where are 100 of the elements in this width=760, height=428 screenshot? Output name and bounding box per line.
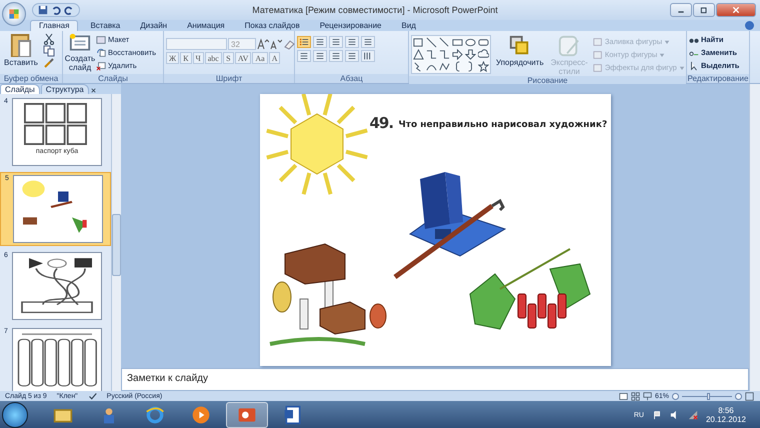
align-button[interactable] xyxy=(345,50,359,62)
group-label: Редактирование xyxy=(687,74,749,83)
ribbon-tab[interactable]: Рецензирование xyxy=(312,20,390,31)
group-label: Абзац xyxy=(295,74,408,83)
align-icon xyxy=(347,51,357,61)
align-button[interactable] xyxy=(297,50,311,62)
arrange-icon xyxy=(508,35,531,57)
help-icon[interactable] xyxy=(745,21,754,30)
panel-tab[interactable]: Структура xyxy=(40,84,89,94)
close-icon xyxy=(90,87,97,94)
spellcheck-icon xyxy=(88,392,97,400)
exercise-number: 49. xyxy=(370,114,394,132)
ribbon-tab[interactable]: Анимация xyxy=(179,20,233,31)
numbering-icon xyxy=(315,37,325,47)
browser-icon xyxy=(145,405,165,425)
undo-icon xyxy=(51,5,61,15)
align-icon xyxy=(299,51,309,61)
font-format-button[interactable]: AV xyxy=(234,52,252,64)
save-icon xyxy=(38,5,48,15)
taskbar-app[interactable] xyxy=(226,402,268,428)
shape-icon xyxy=(439,37,450,48)
line-spacing-button[interactable] xyxy=(361,36,375,48)
zoom-out-button[interactable] xyxy=(672,392,679,400)
caret-icon xyxy=(659,52,666,56)
font-format-button[interactable]: Ч xyxy=(192,52,204,64)
numbering-button[interactable] xyxy=(313,36,327,48)
shape-icon xyxy=(413,37,424,48)
close-icon xyxy=(732,6,740,14)
columns-button[interactable] xyxy=(361,50,375,62)
group-label: Шрифт xyxy=(164,74,294,83)
slide-command-icon xyxy=(96,60,106,70)
shape-icon xyxy=(452,37,463,48)
normal-view-icon xyxy=(618,392,628,400)
grow-font-icon xyxy=(257,38,269,50)
scrollbar[interactable] xyxy=(749,84,760,391)
indent-icon xyxy=(347,37,357,47)
panel-tab[interactable]: Слайды xyxy=(0,84,40,94)
decrease-indent-button[interactable] xyxy=(329,36,343,48)
clock-time: 8:56 xyxy=(718,406,734,415)
align-button[interactable] xyxy=(313,50,327,62)
play-icon xyxy=(191,405,211,425)
start-button[interactable] xyxy=(2,402,28,428)
shape-icon xyxy=(478,37,489,48)
columns-icon xyxy=(363,51,373,61)
font-format-button[interactable]: A xyxy=(268,52,280,64)
slide-icon xyxy=(69,33,91,53)
shape-icon xyxy=(426,49,437,60)
bullets-button[interactable] xyxy=(297,36,311,48)
shrink-font-icon xyxy=(270,38,282,50)
ribbon-tab[interactable]: Вид xyxy=(394,20,424,31)
notes-field[interactable]: Заметки к слайду xyxy=(121,368,749,391)
font-format-button[interactable]: abc xyxy=(204,52,222,64)
shape-icon xyxy=(465,37,476,48)
scrollbar[interactable] xyxy=(111,94,121,391)
slideshow-icon xyxy=(642,392,652,400)
flag-icon xyxy=(652,410,662,420)
ribbon-tab[interactable]: Главная xyxy=(30,20,78,31)
shape-icon xyxy=(478,49,489,60)
ribbon-tab[interactable]: Вставка xyxy=(82,20,128,31)
caret-icon xyxy=(664,40,670,44)
shape-icon xyxy=(439,49,450,60)
brush-icon xyxy=(558,35,580,57)
font-format-button[interactable]: Ж xyxy=(166,52,180,64)
font-name-field[interactable] xyxy=(166,38,227,50)
scissors-icon xyxy=(42,33,55,45)
slide-question: Что неправильно нарисовал художник? xyxy=(398,120,608,130)
font-format-button[interactable]: S xyxy=(222,52,234,64)
font-format-button[interactable]: К xyxy=(180,52,192,64)
align-icon xyxy=(315,51,325,61)
zoom-slider[interactable] xyxy=(682,392,732,400)
align-button[interactable] xyxy=(329,50,343,62)
office-logo-icon xyxy=(7,7,21,21)
close-button[interactable] xyxy=(716,3,756,17)
shape-icon xyxy=(452,49,463,60)
redo-icon xyxy=(64,5,74,15)
restore-icon xyxy=(700,6,708,14)
line-spacing-icon xyxy=(363,37,373,47)
font-format-button[interactable]: Aa xyxy=(252,52,268,64)
window-title: Математика [Режим совместимости] - Microsoft PowerPoint xyxy=(251,5,499,15)
eraser-icon xyxy=(283,38,295,50)
shapes-gallery[interactable] xyxy=(411,35,491,74)
cube-net-drawing xyxy=(24,103,90,145)
network-icon xyxy=(688,410,698,420)
increase-indent-button[interactable] xyxy=(345,36,359,48)
ribbon-tab[interactable]: Дизайн xyxy=(132,20,176,31)
zoom-in-button[interactable] xyxy=(735,392,742,400)
new-slide-button[interactable]: Создать слайд xyxy=(65,33,95,72)
document-icon xyxy=(283,405,303,425)
shape-icon xyxy=(478,61,489,72)
clock-date: 20.12.2012 xyxy=(706,415,746,424)
restore-button[interactable] xyxy=(693,3,715,17)
ribbon-tab[interactable]: Показ слайдов xyxy=(236,20,308,31)
indent-icon xyxy=(331,37,341,47)
slide-command-icon xyxy=(96,48,106,58)
sorter-view-icon xyxy=(630,392,640,400)
shape-icon xyxy=(426,37,437,48)
caret-icon xyxy=(678,66,685,70)
align-icon xyxy=(331,51,341,61)
paste-button[interactable]: Вставить xyxy=(2,33,40,67)
arrange-button[interactable]: Упорядочить xyxy=(494,35,546,67)
